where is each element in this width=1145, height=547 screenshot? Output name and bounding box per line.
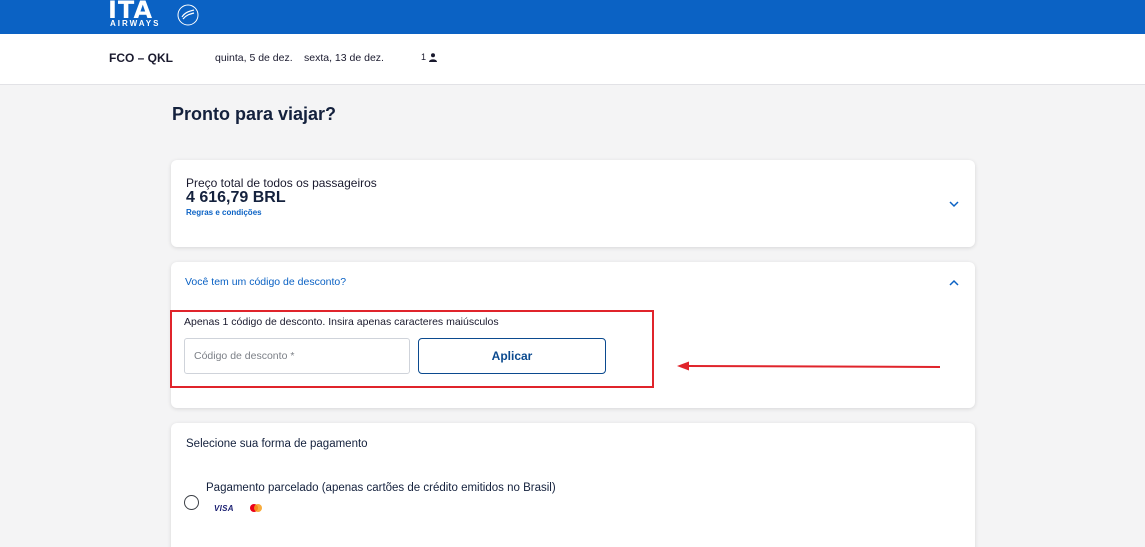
search-summary-bar: FCO – QKL quinta, 5 de dez. sexta, 13 de… [0,34,1145,85]
passenger-count[interactable]: 1 [421,52,438,62]
chevron-down-icon[interactable] [947,197,961,211]
visa-logo: VISA [214,504,234,513]
payment-card: Selecione sua forma de pagamento Pagamen… [171,423,975,547]
installment-option-label[interactable]: Pagamento parcelado (apenas cartões de c… [206,482,556,494]
discount-toggle[interactable]: Você tem um código de desconto? [171,262,975,302]
ita-airways-logo[interactable]: ITA AIRWAYS [108,0,208,34]
route-label[interactable]: FCO – QKL [109,51,173,65]
annotation-arrow-icon [677,361,941,371]
discount-title: Você tem um código de desconto? [185,276,347,288]
installment-radio[interactable] [184,495,199,510]
rules-link[interactable]: Regras e condições [186,208,262,217]
top-header: ITA AIRWAYS [0,0,1145,34]
outbound-date[interactable]: quinta, 5 de dez. [215,52,293,64]
total-price: 4 616,79 BRL [186,189,286,206]
price-label: Preço total de todos os passageiros [186,176,377,190]
passenger-count-value: 1 [421,52,427,62]
page-title: Pronto para viajar? [172,104,337,124]
person-icon [429,52,438,62]
annotation-highlight-box [170,310,654,388]
logo-subtext: AIRWAYS [110,19,161,28]
chevron-up-icon [949,279,959,286]
price-summary-card[interactable]: Preço total de todos os passageiros 4 61… [171,160,975,247]
payment-title: Selecione sua forma de pagamento [186,438,368,450]
mastercard-icon [250,504,262,512]
skyteam-seal-icon [177,4,199,26]
return-date[interactable]: sexta, 13 de dez. [304,52,384,64]
